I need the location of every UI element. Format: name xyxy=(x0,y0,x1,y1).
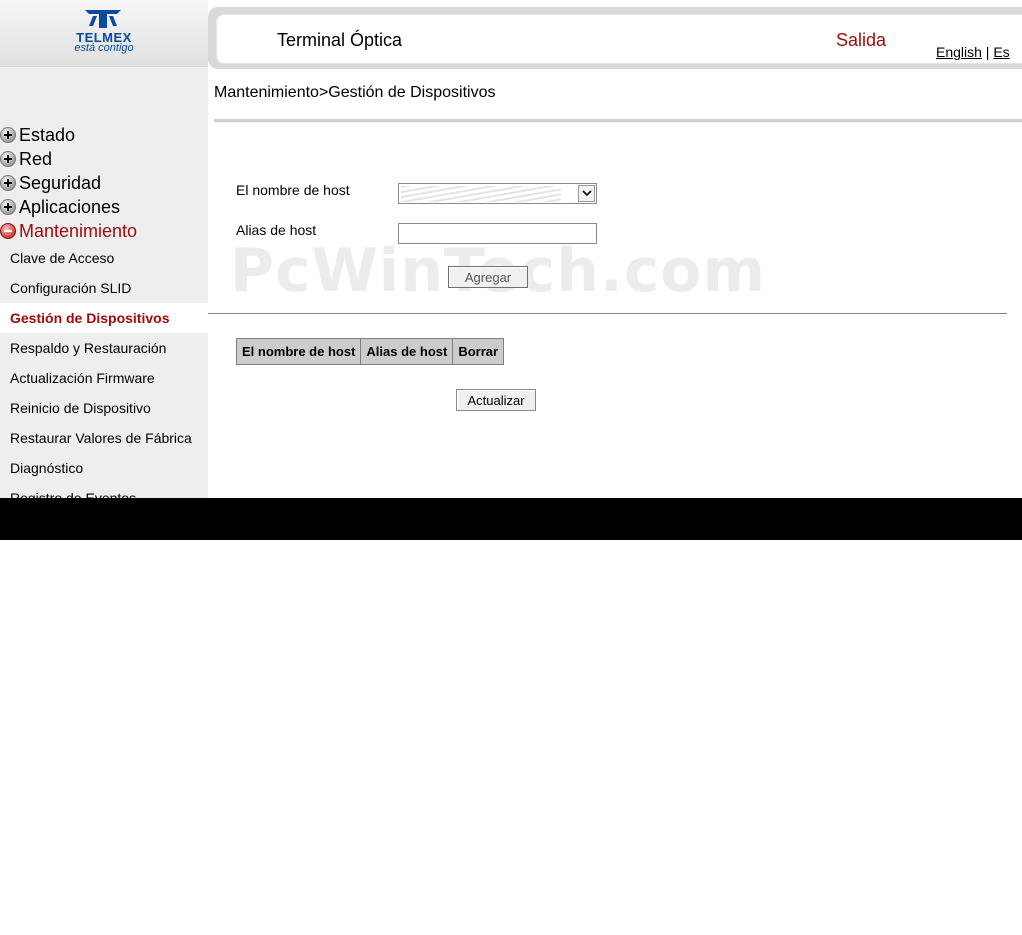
add-button[interactable]: Agregar xyxy=(448,266,528,288)
sidebar-item-clave-de-acceso[interactable]: Clave de Acceso xyxy=(0,243,208,273)
column-header-delete: Borrar xyxy=(452,338,505,365)
host-table: El nombre de host Alias de host Borrar xyxy=(235,338,505,365)
divider xyxy=(208,313,1007,314)
lang-english-link[interactable]: English xyxy=(936,44,982,60)
expand-plus-icon xyxy=(0,175,16,191)
nav-item-aplicaciones[interactable]: Aplicaciones xyxy=(0,195,120,219)
sidebar-item-registro-de-eventos[interactable]: Registro de Eventos xyxy=(0,483,208,498)
column-header-host-name: El nombre de host xyxy=(235,338,362,365)
chevron-down-icon[interactable] xyxy=(578,185,595,202)
nav-item-label: Mantenimiento xyxy=(19,220,138,241)
sidebar-item-reinicio-de-dispositivo[interactable]: Reinicio de Dispositivo xyxy=(0,393,208,423)
nav-item-label: Seguridad xyxy=(19,172,102,193)
telmex-logo-icon xyxy=(85,10,121,28)
sidebar-item-respaldo-y-restauracion[interactable]: Respaldo y Restauración xyxy=(0,333,208,363)
nav-item-label: Estado xyxy=(19,124,76,145)
nav-item-seguridad[interactable]: Seguridad xyxy=(0,171,101,195)
sidebar-item-actualizacion-firmware[interactable]: Actualización Firmware xyxy=(0,363,208,393)
table-header-row: El nombre de host Alias de host Borrar xyxy=(235,338,505,365)
breadcrumb: Mantenimiento>Gestión de Dispositivos xyxy=(214,84,496,101)
nav-item-red[interactable]: Red xyxy=(0,147,52,171)
nav-item-mantenimiento[interactable]: Mantenimiento xyxy=(0,219,137,243)
lang-spanish-link[interactable]: Es xyxy=(993,44,1009,60)
logo-tagline: está contigo xyxy=(74,42,134,54)
host-name-selected-value xyxy=(401,186,561,202)
screen-black-band xyxy=(0,498,1022,540)
logo: TELMEX está contigo xyxy=(0,0,208,67)
host-alias-label: Alias de host xyxy=(236,222,317,238)
expand-plus-icon xyxy=(0,199,16,215)
divider xyxy=(214,119,1022,123)
host-alias-input[interactable] xyxy=(398,223,597,244)
sidebar: TELMEX está contigo Estado Red Seguridad… xyxy=(0,0,208,498)
sidebar-item-restaurar-valores-de-fabrica[interactable]: Restaurar Valores de Fábrica xyxy=(0,423,208,453)
language-switcher: English | Es xyxy=(936,44,1010,60)
collapse-minus-icon xyxy=(0,223,16,239)
column-header-host-alias: Alias de host xyxy=(360,338,454,365)
host-name-select[interactable] xyxy=(398,183,597,204)
expand-plus-icon xyxy=(0,127,16,143)
page-title: Terminal Óptica xyxy=(277,30,403,50)
logout-link[interactable]: Salida xyxy=(836,30,886,51)
sidebar-item-gestion-de-dispositivos[interactable]: Gestión de Dispositivos xyxy=(0,303,208,333)
nav-item-label: Red xyxy=(19,148,53,169)
lang-separator: | xyxy=(981,44,994,60)
sidebar-item-diagnostico[interactable]: Diagnóstico xyxy=(0,453,208,483)
host-name-label: El nombre de host xyxy=(236,182,350,198)
sidebar-item-configuracion-slid[interactable]: Configuración SLID xyxy=(0,273,208,303)
nav-item-estado[interactable]: Estado xyxy=(0,123,75,147)
refresh-button[interactable]: Actualizar xyxy=(456,389,536,411)
nav-item-label: Aplicaciones xyxy=(19,196,121,217)
expand-plus-icon xyxy=(0,151,16,167)
